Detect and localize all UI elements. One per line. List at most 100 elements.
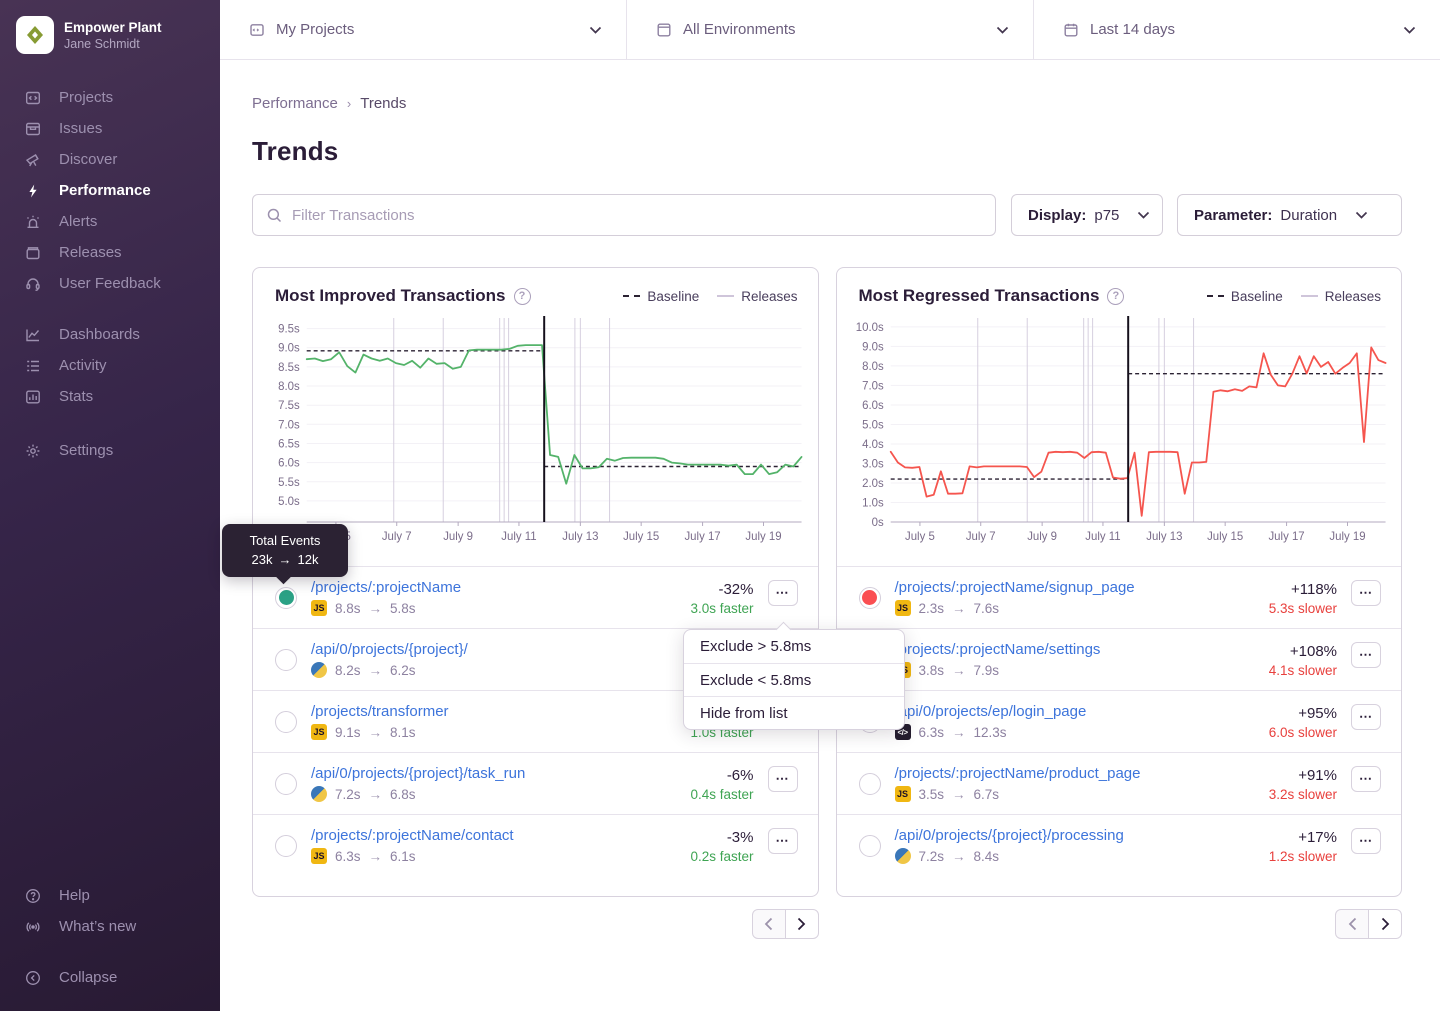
display-dropdown[interactable]: Display: p75 [1011,194,1163,236]
sidebar-item-settings[interactable]: Settings [0,435,220,466]
percent-change: +118% [1269,581,1337,598]
baseline-dash-icon [1207,295,1224,297]
transaction-radio[interactable] [275,711,297,733]
transaction-link[interactable]: /projects/:projectName [311,579,461,596]
transaction-link[interactable]: /api/0/projects/{project}/ [311,641,468,658]
transaction-link[interactable]: /projects/:projectName/product_page [895,765,1141,782]
sidebar-item-performance[interactable]: Performance [0,175,220,206]
sidebar-item-dashboards[interactable]: Dashboards [0,319,220,350]
sidebar-item-activity[interactable]: Activity [0,350,220,381]
gear-icon [25,443,41,459]
row-actions-button[interactable]: ⋯ [1351,642,1381,668]
delta-label: 4.1s slower [1269,663,1337,678]
breadcrumb-separator-icon: › [347,96,351,111]
transaction-radio[interactable] [859,773,881,795]
sidebar-item-label: Help [59,887,90,904]
row-actions-menu: Exclude > 5.8ms Exclude < 5.8ms Hide fro… [683,629,905,730]
row-actions-button[interactable]: ⋯ [768,580,798,606]
menu-item-hide-from-list[interactable]: Hide from list [684,696,904,729]
transaction-link[interactable]: /api/0/projects/ep/login_page [895,703,1087,720]
python-icon [311,662,327,678]
sidebar-collapse-button[interactable]: Collapse [0,962,220,993]
transaction-link[interactable]: /projects/:projectName/settings [895,641,1101,658]
stats-icon [25,389,41,405]
app-root: Empower Plant Jane Schmidt Projects Issu… [0,0,1440,1011]
svg-text:6.0s: 6.0s [862,400,884,412]
improved-pagination [252,909,819,939]
display-dropdown-value: p75 [1094,207,1119,224]
transaction-radio[interactable] [275,649,297,671]
transaction-link[interactable]: /api/0/projects/{project}/processing [895,827,1124,844]
regressed-panel-title: Most Regressed Transactions [859,286,1100,306]
sidebar-item-label: Settings [59,442,113,459]
transaction-radio[interactable] [275,587,297,609]
delta-label: 5.3s slower [1269,601,1337,616]
duration-after: 6.1s [390,849,416,864]
row-actions-button[interactable]: ⋯ [768,766,798,792]
help-circle-icon[interactable]: ? [1107,288,1124,305]
percent-change: -32% [690,581,753,598]
previous-page-button[interactable] [752,909,786,939]
parameter-dropdown[interactable]: Parameter: Duration [1177,194,1402,236]
row-actions-button[interactable]: ⋯ [1351,828,1381,854]
svg-text:3.0s: 3.0s [862,458,884,470]
most-improved-panel: Most Improved Transactions ? Baseline Re… [252,267,819,897]
project-selector[interactable]: My Projects [220,0,626,59]
transaction-link[interactable]: /projects/transformer [311,703,449,720]
most-regressed-panel: Most Regressed Transactions ? Baseline R… [836,267,1403,897]
delta-label: 3.2s slower [1269,787,1337,802]
issues-icon [25,121,41,137]
sidebar-item-label: Discover [59,151,117,168]
help-circle-icon[interactable]: ? [514,288,531,305]
previous-page-button[interactable] [1335,909,1369,939]
sidebar-item-stats[interactable]: Stats [0,381,220,412]
transaction-radio[interactable] [859,587,881,609]
transaction-link[interactable]: /projects/:projectName/signup_page [895,579,1135,596]
regressed-trend-chart[interactable]: 10.0s9.0s8.0s7.0s6.0s5.0s4.0s3.0s2.0s1.0… [845,314,1392,550]
search-icon [267,208,282,223]
duration-before: 7.2s [335,787,361,802]
javascript-icon: JS [311,848,327,864]
date-range-selector[interactable]: Last 14 days [1033,0,1440,59]
javascript-icon: JS [895,786,911,802]
sidebar-item-whats-new[interactable]: What’s new [0,911,220,942]
transaction-radio[interactable] [275,773,297,795]
sidebar-item-user-feedback[interactable]: User Feedback [0,268,220,299]
transaction-row: /projects/:projectName/settings JS 3.8s … [837,628,1402,690]
next-page-button[interactable] [1368,909,1402,939]
sidebar-item-projects[interactable]: Projects [0,82,220,113]
sidebar-item-issues[interactable]: Issues [0,113,220,144]
transaction-radio[interactable] [275,835,297,857]
transaction-row: /projects/:projectName/contact JS 6.3s →… [253,814,818,876]
menu-item-exclude-lt[interactable]: Exclude < 5.8ms [684,663,904,696]
breadcrumb-performance[interactable]: Performance [252,95,338,112]
sidebar-item-alerts[interactable]: Alerts [0,206,220,237]
arrow-right-icon: → [369,663,383,678]
duration-before: 3.8s [919,663,945,678]
display-dropdown-label: Display: [1028,207,1086,224]
duration-after: 7.9s [974,663,1000,678]
sidebar-item-discover[interactable]: Discover [0,144,220,175]
transaction-link[interactable]: /projects/:projectName/contact [311,827,514,844]
row-actions-button[interactable]: ⋯ [1351,704,1381,730]
menu-item-exclude-gt[interactable]: Exclude > 5.8ms [684,630,904,663]
duration-after: 8.4s [974,849,1000,864]
page-title: Trends [252,136,1402,167]
next-page-button[interactable] [785,909,819,939]
svg-text:8.0s: 8.0s [278,381,300,393]
org-switcher[interactable]: Empower Plant Jane Schmidt [0,14,220,54]
row-actions-button[interactable]: ⋯ [1351,580,1381,606]
svg-text:July 11: July 11 [501,531,536,543]
filter-transactions-input[interactable] [292,207,981,224]
improved-trend-chart[interactable]: 9.5s9.0s8.5s8.0s7.5s7.0s6.5s6.0s5.5s5.0s… [261,314,808,550]
transaction-link[interactable]: /api/0/projects/{project}/task_run [311,765,525,782]
row-actions-button[interactable]: ⋯ [1351,766,1381,792]
sidebar-item-help[interactable]: Help [0,880,220,911]
transaction-radio[interactable] [859,835,881,857]
row-actions-button[interactable]: ⋯ [768,828,798,854]
javascript-icon: JS [895,600,911,616]
org-user-name: Jane Schmidt [64,36,162,52]
sidebar-item-releases[interactable]: Releases [0,237,220,268]
legend-baseline-label: Baseline [1231,289,1283,304]
environment-selector[interactable]: All Environments [626,0,1033,59]
